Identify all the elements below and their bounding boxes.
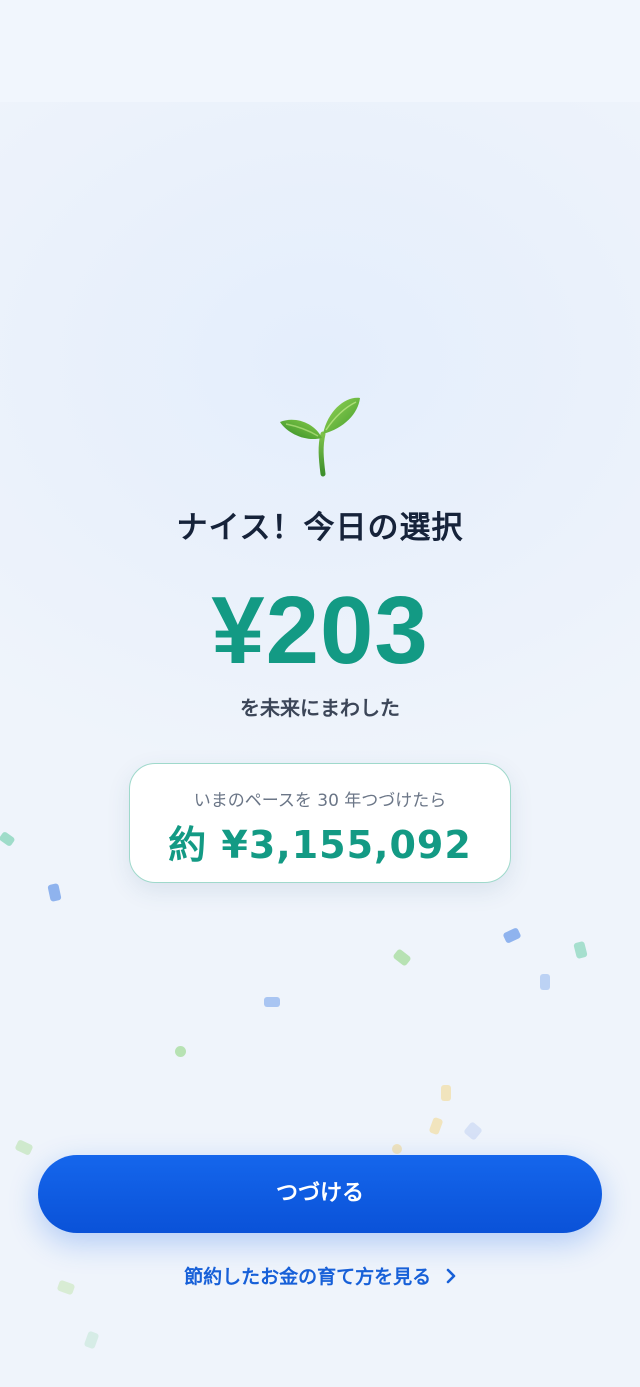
confetti-piece bbox=[392, 1144, 402, 1154]
confetti-piece bbox=[441, 1085, 451, 1101]
projection-label: いまのペースを 30 年つづけたら bbox=[193, 791, 447, 811]
learn-more-link[interactable]: 節約したお金の育て方を見る bbox=[0, 1262, 640, 1289]
saved-subtext: を未来にまわした bbox=[240, 696, 400, 720]
status-bar bbox=[0, 0, 640, 102]
chevron-right-icon bbox=[446, 1268, 456, 1284]
learn-more-label: 節約したお金の育て方を見る bbox=[184, 1266, 432, 1288]
projection-card: いまのペースを 30 年つづけたら 約 ¥3,155,092 bbox=[129, 763, 511, 883]
continue-button[interactable]: つづける bbox=[38, 1155, 602, 1233]
confetti-piece bbox=[264, 997, 280, 1007]
seedling-icon bbox=[280, 397, 360, 477]
projection-value: 約 ¥3,155,092 bbox=[168, 823, 472, 867]
confetti-piece bbox=[540, 974, 550, 990]
confetti-piece bbox=[175, 1046, 186, 1057]
headline: ナイス！今日の選択 bbox=[176, 510, 464, 546]
saved-amount: ¥203 bbox=[211, 577, 429, 684]
